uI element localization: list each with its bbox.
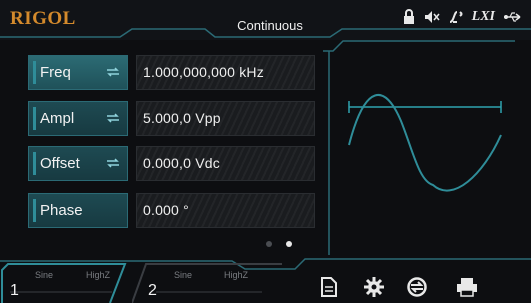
param-key-offset[interactable]: Offset — [28, 146, 128, 181]
lxi-icon: LXI — [471, 9, 495, 24]
channel-2-wave: Sine — [174, 270, 193, 280]
param-value-phase[interactable]: 0.000 ° — [136, 193, 315, 228]
sweep-mode-label[interactable]: Continuous — [205, 18, 335, 33]
lock-icon — [403, 9, 414, 24]
channel-1-frame — [1, 263, 127, 303]
param-key-label: Freq — [40, 64, 71, 81]
param-key-ampl[interactable]: Ampl — [28, 101, 128, 136]
param-value-offset[interactable]: 0.000,0 Vdc — [136, 146, 315, 181]
mute-icon — [424, 11, 440, 23]
toggle-unit-icon — [107, 158, 119, 168]
sine-trace — [348, 94, 502, 192]
channel-1-tab[interactable]: 1 Sine HighZ — [0, 262, 132, 303]
param-value-ampl[interactable]: 5.000,0 Vpp — [136, 101, 315, 136]
param-value-text: 0.000,0 Vdc — [143, 155, 220, 171]
param-key-phase[interactable]: Phase — [28, 193, 128, 228]
param-key-label: Ampl — [40, 110, 75, 127]
param-value-freq[interactable]: 1.000,000,000 kHz — [136, 55, 315, 90]
param-row-phase: Phase 0.000 ° — [28, 193, 315, 228]
param-value-text: 5.000,0 Vpp — [143, 110, 221, 126]
waveform-preview — [323, 40, 515, 255]
printer-icon[interactable] — [455, 276, 479, 298]
param-value-text: 0.000 ° — [143, 202, 189, 218]
param-key-label: Offset — [40, 155, 80, 172]
toggle-unit-icon — [107, 113, 119, 123]
param-row-freq: Freq 1.000,000,000 kHz — [28, 55, 315, 90]
usb-icon — [504, 12, 521, 22]
sweep-icon — [449, 11, 463, 23]
param-key-label: Phase — [40, 202, 83, 219]
channel-1-wave: Sine — [35, 270, 54, 280]
file-icon[interactable] — [317, 276, 341, 298]
channel-1-load: HighZ — [86, 270, 111, 280]
channel-2-number: 2 — [148, 282, 157, 299]
cycle-icon[interactable] — [405, 276, 429, 298]
param-row-offset: Offset 0.000,0 Vdc — [28, 146, 315, 181]
gear-icon[interactable] — [362, 276, 386, 298]
page-dot-1[interactable] — [266, 241, 272, 247]
toggle-unit-icon — [107, 67, 119, 77]
header-bar: RIGOL Continuous LXI — [0, 0, 531, 40]
status-icons: LXI — [402, 6, 523, 28]
page-dot-2[interactable] — [286, 241, 292, 247]
channel-1-number: 1 — [10, 282, 19, 299]
param-value-text: 1.000,000,000 kHz — [143, 64, 264, 80]
channel-2-tab[interactable]: 2 Sine HighZ — [132, 262, 282, 303]
channel-2-load: HighZ — [224, 270, 249, 280]
param-key-freq[interactable]: Freq — [28, 55, 128, 90]
param-row-ampl: Ampl 5.000,0 Vpp — [28, 101, 315, 136]
